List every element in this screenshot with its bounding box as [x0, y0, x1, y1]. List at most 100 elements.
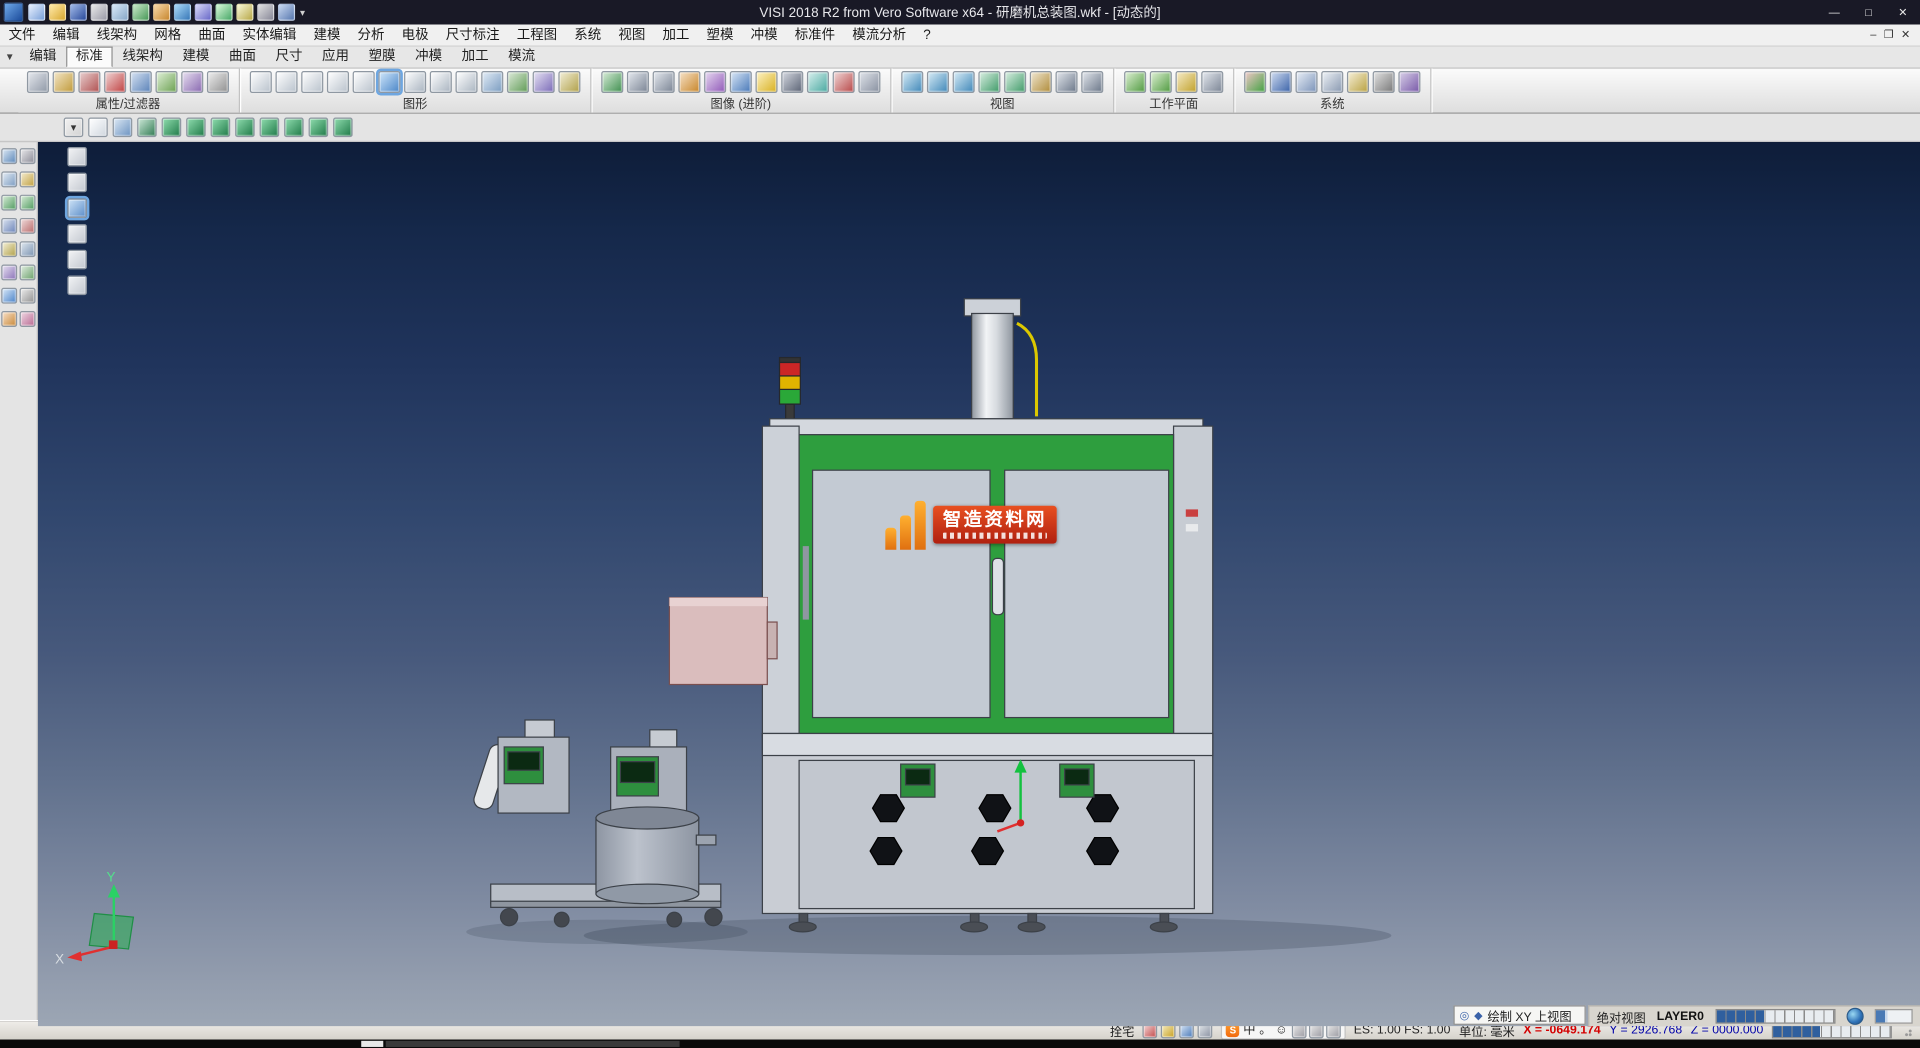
section-view-icon[interactable]	[833, 71, 855, 93]
rotate-view-icon[interactable]	[1004, 71, 1026, 93]
palette-tool-icon[interactable]	[1, 311, 17, 327]
grinding-machine-model[interactable]	[669, 299, 1212, 932]
globe-icon[interactable]	[1846, 1008, 1863, 1025]
texture-icon[interactable]	[730, 71, 752, 93]
pump-unit-assembly[interactable]	[472, 720, 722, 927]
workplane-entity-icon[interactable]	[1150, 71, 1172, 93]
filter-color-icon[interactable]	[156, 71, 178, 93]
pixel-grid-icon[interactable]	[1373, 71, 1395, 93]
menu-item[interactable]: 文件	[0, 25, 44, 45]
menu-item[interactable]: 视图	[610, 25, 654, 45]
view-iso-icon[interactable]	[162, 118, 182, 138]
menu-item[interactable]: 尺寸标注	[437, 25, 508, 45]
help-icon[interactable]	[278, 4, 295, 21]
extrude-icon[interactable]	[507, 71, 529, 93]
minimize-button[interactable]: —	[1817, 0, 1851, 24]
select-all-filter-icon[interactable]	[67, 147, 87, 167]
workflow-tab[interactable]: 应用	[312, 47, 359, 68]
view-right-icon[interactable]	[260, 118, 280, 138]
menu-item[interactable]: 塑模	[698, 25, 742, 45]
view-top-icon[interactable]	[284, 118, 304, 138]
qat-overflow-caret[interactable]: ▾	[300, 7, 305, 18]
draw-point-icon[interactable]	[250, 71, 272, 93]
draw-circle-icon[interactable]	[301, 71, 323, 93]
filter-type-icon[interactable]	[181, 71, 203, 93]
workflow-tab[interactable]: 编辑	[20, 47, 67, 68]
taskbar-item[interactable]	[361, 1041, 383, 1047]
trim-tool-icon[interactable]	[20, 148, 36, 164]
app-icon[interactable]	[4, 2, 24, 22]
zoom-window-icon[interactable]	[901, 71, 923, 93]
graphics-viewport[interactable]: Y X 智造资料网 ◎ ◆ 绘制 XY 上视图	[38, 142, 1920, 1026]
layers-tool-icon[interactable]	[1, 264, 17, 280]
draw-curve-icon[interactable]	[353, 71, 375, 93]
menu-item[interactable]: 线架构	[88, 25, 146, 45]
draw-line-icon[interactable]	[276, 71, 298, 93]
grid-display-icon[interactable]	[1321, 71, 1343, 93]
dynamic-render-icon[interactable]	[678, 71, 700, 93]
view-list-caret-icon[interactable]: ▾	[64, 118, 84, 138]
draw-text-icon[interactable]	[558, 71, 580, 93]
menu-item[interactable]: 工程图	[508, 25, 566, 45]
transparency-icon[interactable]	[807, 71, 829, 93]
selection-box-icon[interactable]	[1296, 71, 1318, 93]
save-icon[interactable]	[70, 4, 87, 21]
draw-rectangle-icon[interactable]	[378, 71, 400, 93]
mdi-restore-button[interactable]: ❐	[1884, 28, 1894, 41]
menu-item[interactable]: ?	[915, 25, 940, 45]
shaded-render-icon[interactable]	[601, 71, 623, 93]
view-orientation-popup[interactable]: ◎ ◆ 绘制 XY 上视图	[1453, 1005, 1585, 1025]
print-preview-icon[interactable]	[111, 4, 128, 21]
attributes-icon[interactable]	[27, 71, 49, 93]
draw-cone-icon[interactable]	[456, 71, 478, 93]
rotate-tool-icon[interactable]	[20, 195, 36, 211]
mirror-tool-icon[interactable]	[1, 218, 17, 234]
draw-sphere-icon[interactable]	[430, 71, 452, 93]
workplane-3points-icon[interactable]	[1176, 71, 1198, 93]
select-view-cube-icon[interactable]	[137, 118, 157, 138]
move-tool-icon[interactable]	[1, 195, 17, 211]
menu-item[interactable]: 编辑	[44, 25, 88, 45]
workflow-tab[interactable]: 线架构	[113, 47, 173, 68]
refresh-view-icon[interactable]	[1056, 71, 1078, 93]
shadow-icon[interactable]	[781, 71, 803, 93]
menu-item[interactable]: 分析	[349, 25, 393, 45]
view-normal-icon[interactable]	[1030, 71, 1052, 93]
materials-icon[interactable]	[704, 71, 726, 93]
plane-icon[interactable]: ◆	[1474, 1007, 1482, 1024]
info-tool-icon[interactable]	[1, 288, 17, 304]
mdi-minimize-button[interactable]: –	[1870, 28, 1876, 41]
zoom-tool-icon[interactable]	[1, 148, 17, 164]
layer-segment-bar[interactable]	[1715, 1009, 1835, 1024]
grid-tool-icon[interactable]	[1, 171, 17, 187]
redo-icon[interactable]	[216, 4, 233, 21]
select-solid-filter-icon[interactable]	[67, 250, 87, 270]
workflow-tab[interactable]: 冲模	[405, 47, 452, 68]
menu-item[interactable]: 网格	[146, 25, 190, 45]
filter-reset-icon[interactable]	[207, 71, 229, 93]
select-curve-filter-icon[interactable]	[67, 198, 87, 218]
filter-erase-icon[interactable]	[104, 71, 126, 93]
display-mode-icon[interactable]	[1270, 71, 1292, 93]
menu-item[interactable]: 实体编辑	[234, 25, 305, 45]
workflow-tab[interactable]: 尺寸	[266, 47, 313, 68]
active-layer-label[interactable]: LAYER0	[1657, 1010, 1704, 1023]
workflow-tab[interactable]: 模流	[498, 47, 545, 68]
workflow-tab[interactable]: 加工	[452, 47, 499, 68]
color-palette-icon[interactable]	[1244, 71, 1266, 93]
measure-tool-icon[interactable]	[1, 241, 17, 257]
view-front-icon[interactable]	[186, 118, 206, 138]
draw-cylinder-icon[interactable]	[404, 71, 426, 93]
settings-icon[interactable]	[257, 4, 274, 21]
workflow-tab[interactable]: 标准	[66, 47, 113, 68]
filter-layer-icon[interactable]	[130, 71, 152, 93]
select-surface-filter-icon[interactable]	[67, 224, 87, 244]
zoom-previous-icon[interactable]	[953, 71, 975, 93]
workflow-tab[interactable]: 曲面	[219, 47, 266, 68]
tab-dropdown-caret[interactable]: ▼	[0, 48, 20, 68]
scale-tool-icon[interactable]	[20, 218, 36, 234]
plot-icon[interactable]	[132, 4, 149, 21]
viewport-canvas[interactable]: Y X	[38, 142, 1920, 1026]
menu-item[interactable]: 模流分析	[844, 25, 915, 45]
draw-arc-icon[interactable]	[327, 71, 349, 93]
